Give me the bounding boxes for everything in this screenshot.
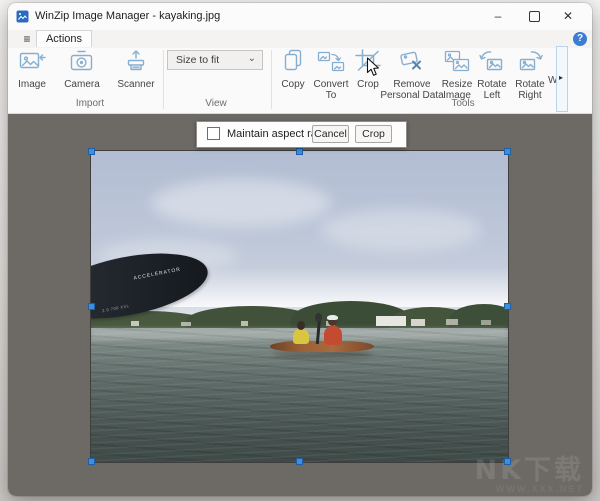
ribbon-toolbar: Image Camera <box>8 48 592 114</box>
cancel-button[interactable]: Cancel <box>312 125 349 143</box>
maximize-icon <box>529 11 540 22</box>
shore-building <box>411 319 425 326</box>
group-label-view: View <box>186 98 246 109</box>
button-label: Scanner <box>111 79 161 90</box>
remove-personal-data-icon <box>398 49 426 78</box>
crop-handle-bottom-left[interactable] <box>88 458 95 465</box>
shore-building <box>376 316 406 326</box>
kayaker-yellow-vest <box>293 329 309 344</box>
group-label-tools: Tools <box>433 98 493 109</box>
crop-handle-middle-right[interactable] <box>504 303 511 310</box>
photo-kayaking[interactable]: ACCELERATOR 2.0 700 XXL <box>91 151 508 462</box>
paddle-brand-text: ACCELERATOR <box>133 267 181 282</box>
chevron-down-icon: ⌄ <box>248 53 256 64</box>
kayaker-head <box>297 321 305 330</box>
resize-image-icon <box>443 49 471 78</box>
maximize-button[interactable] <box>516 3 552 30</box>
rotate-left-button[interactable]: Rotate Left <box>472 48 512 101</box>
overflow-arrow-icon: ▸ <box>559 73 563 82</box>
dropdown-value: Size to fit <box>176 54 219 66</box>
watermark: NK下载 WWW.XXX.NET <box>474 457 584 494</box>
ribbon-overflow-button[interactable]: ▸ <box>556 46 568 112</box>
convert-to-icon <box>317 49 345 78</box>
close-button[interactable]: ✕ <box>550 3 586 30</box>
copy-button[interactable]: Copy <box>273 48 313 90</box>
desktop-background: WinZip Image Manager - kayaking.jpg – ✕ … <box>0 0 600 501</box>
crop-handle-middle-left[interactable] <box>88 303 95 310</box>
app-icon <box>16 10 29 23</box>
import-camera-button[interactable]: Camera <box>58 48 106 90</box>
camera-icon <box>68 49 96 78</box>
window-title: WinZip Image Manager - kayaking.jpg <box>35 10 220 22</box>
rotate-right-button[interactable]: Rotate Right <box>510 48 550 101</box>
copy-icon <box>279 49 307 78</box>
crop-handle-top-left[interactable] <box>88 148 95 155</box>
held-paddle-blade <box>315 313 322 322</box>
rotate-right-icon <box>516 49 544 78</box>
group-separator <box>163 50 164 109</box>
kayaker-red-vest <box>324 326 342 345</box>
crop-options-bar: Maintain aspect ratio Cancel Crop <box>196 121 407 148</box>
watermark-line1: NK下载 <box>474 457 584 484</box>
minimize-button[interactable]: – <box>480 3 516 30</box>
kayak-hull <box>270 341 374 352</box>
title-bar[interactable]: WinZip Image Manager - kayaking.jpg – ✕ <box>8 3 592 30</box>
tab-actions[interactable]: Actions <box>36 30 92 47</box>
app-window: WinZip Image Manager - kayaking.jpg – ✕ … <box>8 3 592 496</box>
button-label: Copy <box>273 79 313 90</box>
crop-handle-bottom-right[interactable] <box>504 458 511 465</box>
paddle-spec-text: 2.0 700 XXL <box>102 303 130 313</box>
scanner-icon <box>122 49 150 78</box>
image-import-icon <box>18 49 46 78</box>
button-label: Rotate Right <box>510 79 550 101</box>
group-separator <box>271 50 272 109</box>
menu-tab-row: ≡ Actions ? <box>8 30 592 48</box>
import-scanner-button[interactable]: Scanner <box>111 48 161 90</box>
shore-building <box>181 322 191 326</box>
crop-confirm-button[interactable]: Crop <box>355 125 392 143</box>
shore-building <box>131 321 139 326</box>
view-size-dropdown[interactable]: Size to fit ⌄ <box>167 50 263 70</box>
kayaker-white-cap <box>327 315 338 320</box>
group-label-import: Import <box>60 98 120 109</box>
kayak-reflection <box>273 351 373 359</box>
shore-building <box>446 319 458 325</box>
shore-building <box>241 321 248 326</box>
rotate-left-icon <box>478 49 506 78</box>
button-label: Image <box>10 79 54 90</box>
shore-building <box>481 320 491 325</box>
maintain-aspect-ratio-checkbox[interactable] <box>207 127 220 140</box>
editor-canvas: ACCELERATOR 2.0 700 XXL Maintain aspect … <box>8 114 592 496</box>
button-label: Camera <box>58 79 106 90</box>
cloud <box>151 179 331 227</box>
import-image-button[interactable]: Image <box>10 48 54 90</box>
crop-handle-bottom-center[interactable] <box>296 458 303 465</box>
mouse-cursor <box>366 57 380 77</box>
cloud <box>321 209 481 251</box>
help-button[interactable]: ? <box>573 32 587 46</box>
crop-handle-top-right[interactable] <box>504 148 511 155</box>
crop-handle-top-center[interactable] <box>296 148 303 155</box>
